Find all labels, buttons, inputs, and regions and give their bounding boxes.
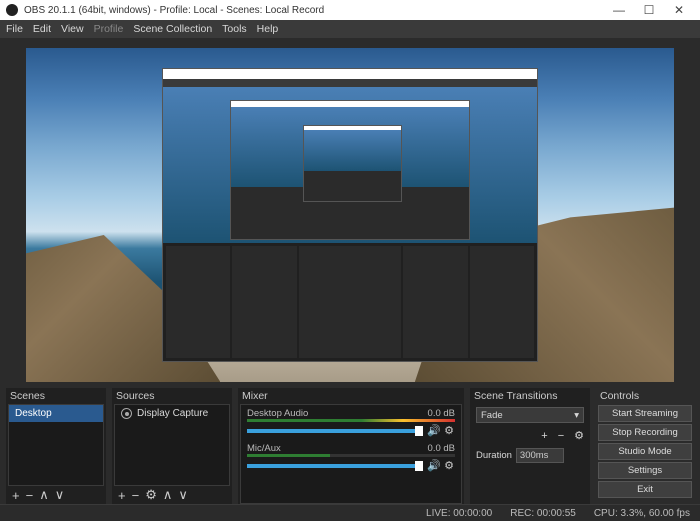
mixer-channel-name: Mic/Aux xyxy=(247,443,281,454)
transitions-title: Scene Transitions xyxy=(470,388,590,404)
source-item-label: Display Capture xyxy=(137,408,208,419)
scenes-title: Scenes xyxy=(6,388,106,404)
maximize-button[interactable]: ☐ xyxy=(634,3,664,17)
preview-area xyxy=(0,38,700,388)
controls-title: Controls xyxy=(596,388,694,404)
channel-settings-icon[interactable]: ⚙ xyxy=(443,459,455,472)
status-cpu: CPU: 3.3%, 60.00 fps xyxy=(594,508,690,519)
menu-file[interactable]: File xyxy=(6,23,23,35)
source-down-icon[interactable]: ∨ xyxy=(178,487,188,503)
mixer-channel-level: 0.0 dB xyxy=(428,443,455,454)
mixer-title: Mixer xyxy=(238,388,464,404)
statusbar: LIVE: 00:00:00 REC: 00:00:55 CPU: 3.3%, … xyxy=(0,504,700,521)
minimize-button[interactable]: — xyxy=(604,3,634,17)
menu-view[interactable]: View xyxy=(61,23,84,35)
scenes-list[interactable]: Desktop xyxy=(8,404,104,486)
source-remove-icon[interactable]: − xyxy=(132,488,140,503)
duration-label: Duration xyxy=(476,450,512,461)
settings-button[interactable]: Settings xyxy=(598,462,692,479)
sources-title: Sources xyxy=(112,388,232,404)
menu-profile[interactable]: Profile xyxy=(94,23,124,35)
sources-panel: Sources Display Capture + − ⚙ ∧ ∨ xyxy=(112,388,232,504)
menubar: File Edit View Profile Scene Collection … xyxy=(0,20,700,38)
scene-item[interactable]: Desktop xyxy=(9,405,103,422)
scene-down-icon[interactable]: ∨ xyxy=(55,487,65,503)
transition-settings-icon[interactable]: ⚙ xyxy=(574,429,584,442)
bottom-panels: Scenes Desktop + − ∧ ∨ Sources Display C… xyxy=(0,388,700,504)
mixer-channel-name: Desktop Audio xyxy=(247,408,308,419)
source-item[interactable]: Display Capture xyxy=(115,405,229,422)
exit-button[interactable]: Exit xyxy=(598,481,692,498)
audio-meter xyxy=(247,419,455,422)
stop-recording-button[interactable]: Stop Recording xyxy=(598,424,692,441)
controls-panel: Controls Start Streaming Stop Recording … xyxy=(596,388,694,504)
mixer-channel-level: 0.0 dB xyxy=(428,408,455,419)
close-button[interactable]: ✕ xyxy=(664,3,694,17)
scene-add-icon[interactable]: + xyxy=(12,488,20,503)
mixer-channel: Mic/Aux 0.0 dB 🔊 ⚙ xyxy=(241,440,461,475)
studio-mode-button[interactable]: Studio Mode xyxy=(598,443,692,460)
transitions-panel: Scene Transitions Fade ▾ + − ⚙ Duration xyxy=(470,388,590,504)
status-rec: REC: 00:00:55 xyxy=(510,508,576,519)
transition-select[interactable]: Fade ▾ xyxy=(476,407,584,423)
scenes-panel: Scenes Desktop + − ∧ ∨ xyxy=(6,388,106,504)
source-add-icon[interactable]: + xyxy=(118,488,126,503)
menu-scene-collection[interactable]: Scene Collection xyxy=(133,23,212,35)
mixer-channel: Desktop Audio 0.0 dB 🔊 ⚙ xyxy=(241,405,461,440)
preview-canvas[interactable] xyxy=(26,48,674,382)
window-title: OBS 20.1.1 (64bit, windows) - Profile: L… xyxy=(24,5,324,16)
source-up-icon[interactable]: ∧ xyxy=(163,487,173,503)
channel-settings-icon[interactable]: ⚙ xyxy=(443,424,455,437)
source-settings-icon[interactable]: ⚙ xyxy=(145,487,157,503)
scene-up-icon[interactable]: ∧ xyxy=(39,487,49,503)
visibility-icon[interactable] xyxy=(121,408,132,419)
volume-slider[interactable] xyxy=(247,464,423,468)
duration-input[interactable] xyxy=(516,448,564,463)
mixer-panel: Mixer Desktop Audio 0.0 dB 🔊 ⚙ Mic/Aux 0… xyxy=(238,388,464,504)
sources-list[interactable]: Display Capture xyxy=(114,404,230,486)
mixer-body: Desktop Audio 0.0 dB 🔊 ⚙ Mic/Aux 0.0 dB xyxy=(240,404,462,504)
speaker-icon[interactable]: 🔊 xyxy=(427,459,439,472)
speaker-icon[interactable]: 🔊 xyxy=(427,424,439,437)
app-icon xyxy=(6,4,18,16)
volume-slider[interactable] xyxy=(247,429,423,433)
audio-meter xyxy=(247,454,455,457)
transition-selected: Fade xyxy=(481,410,503,421)
start-streaming-button[interactable]: Start Streaming xyxy=(598,405,692,422)
chevron-down-icon: ▾ xyxy=(574,410,579,421)
transition-add-icon[interactable]: + xyxy=(541,430,547,442)
menu-help[interactable]: Help xyxy=(257,23,279,35)
menu-tools[interactable]: Tools xyxy=(222,23,247,35)
transition-remove-icon[interactable]: − xyxy=(558,430,564,442)
titlebar: OBS 20.1.1 (64bit, windows) - Profile: L… xyxy=(0,0,700,20)
status-live: LIVE: 00:00:00 xyxy=(426,508,492,519)
scene-remove-icon[interactable]: − xyxy=(26,488,34,503)
nested-window xyxy=(162,68,538,362)
menu-edit[interactable]: Edit xyxy=(33,23,51,35)
